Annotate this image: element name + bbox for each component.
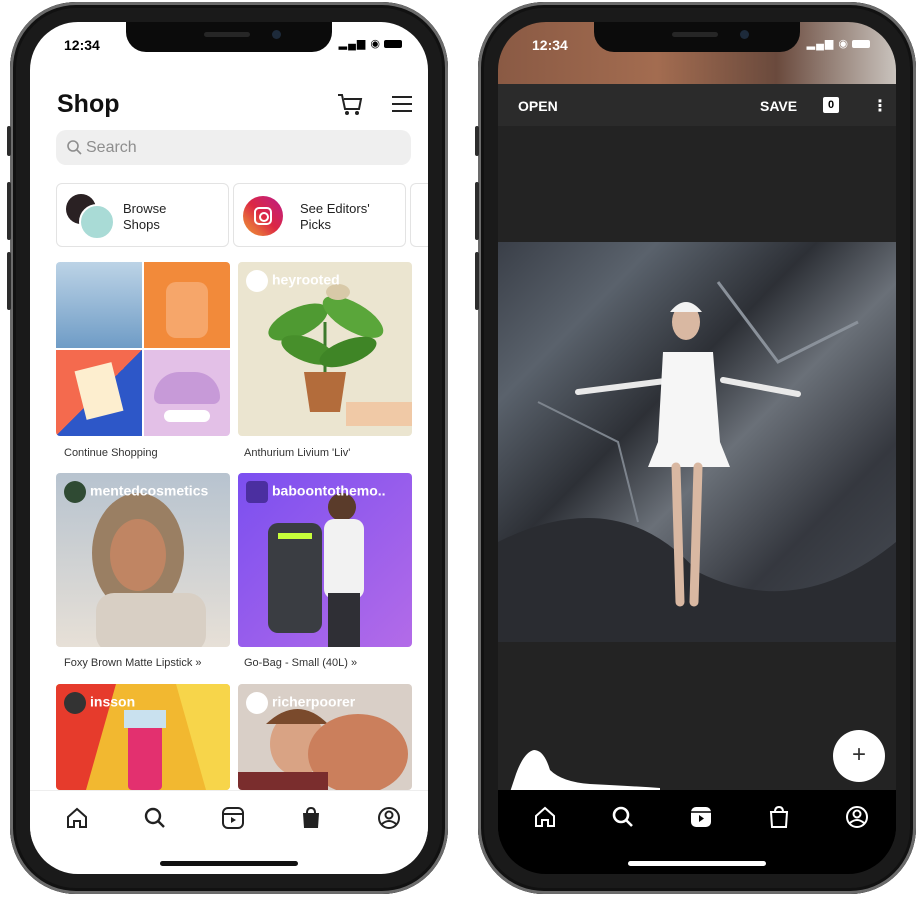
battery-icon [384,40,402,49]
search-icon [67,140,82,155]
tile-caption: Foxy Brown Matte Lipstick » [64,657,202,669]
reels-icon[interactable] [688,804,714,830]
shop-bag-icon[interactable] [298,805,324,831]
profile-icon[interactable] [844,804,870,830]
editors-picks-label: See Editors' Picks [300,201,370,232]
volume-down-button [7,252,11,310]
notch [594,22,800,52]
product-tile-insson[interactable]: insson [56,684,230,790]
thumb-hat [144,350,230,436]
open-button[interactable]: OPEN [518,98,558,114]
search-icon[interactable] [610,804,636,830]
product-tile-lipstick[interactable]: mentedcosmetics [56,473,230,647]
shop-avatar [79,204,115,240]
volume-up-button [7,182,11,240]
tile-handle: insson [64,692,135,714]
notch [126,22,332,52]
tile-caption: Go-Bag - Small (40L) » [244,657,358,669]
tile-handle: richerpoorer [246,692,355,714]
page-title: Shop [57,90,120,118]
product-tile-richerpoorer[interactable]: richerpoorer [238,684,412,790]
home-icon[interactable] [532,804,558,830]
menu-icon[interactable] [390,92,414,116]
instagram-icon [243,196,283,236]
shop-screen: 12:34 ▂▄▆ ◉ Shop Search Browse Shops See… [30,22,428,874]
tile-caption: Anthurium Livium 'Liv' [244,447,351,459]
side-button [7,126,11,156]
product-tile-gobag[interactable]: baboontothemo.. [238,473,412,647]
cart-icon[interactable] [336,90,364,118]
browse-shops-label: Browse Shops [123,201,167,232]
search-input[interactable]: Search [56,130,411,165]
tab-bar [498,790,896,842]
shop-bag-icon[interactable] [766,804,792,830]
tile-handle: heyrooted [246,270,340,292]
side-button [475,126,479,156]
add-button[interactable]: + [833,730,885,782]
status-icons: ▂▄▆ ◉ [339,37,402,50]
battery-icon [852,40,870,49]
thumb-bedroom [56,262,142,348]
search-icon[interactable] [142,805,168,831]
phone-editor: 12:34 ▂▄▆ ◉ OPEN SAVE 0 ⋮ + [475,2,916,894]
status-time: 12:34 [64,37,100,53]
thumb-card [56,350,142,436]
more-chip[interactable] [410,183,428,247]
home-indicator[interactable] [160,861,298,866]
histogram [510,750,660,792]
profile-icon[interactable] [376,805,402,831]
status-icons: ▂▄▆ ◉ [807,37,870,50]
editor-screen: 12:34 ▂▄▆ ◉ OPEN SAVE 0 ⋮ + [498,22,896,874]
product-tile-anthurium[interactable]: heyrooted [238,262,412,436]
browse-shops-button[interactable]: Browse Shops [56,183,229,247]
save-button[interactable]: SAVE [760,98,797,114]
photo-content [498,281,896,642]
home-indicator[interactable] [628,861,766,866]
product-tile-continue[interactable] [56,262,230,436]
tile-caption: Continue Shopping [64,447,158,459]
reels-icon[interactable] [220,805,246,831]
tile-handle: mentedcosmetics [64,481,208,503]
editor-toolbar: OPEN SAVE 0 ⋮ [498,84,896,126]
volume-down-button [475,252,479,310]
volume-up-button [475,182,479,240]
editor-canvas-top [498,126,896,242]
home-icon[interactable] [64,805,90,831]
count-badge: 0 [823,97,839,113]
phone-shop: 12:34 ▂▄▆ ◉ Shop Search Browse Shops See… [7,2,448,894]
status-time: 12:34 [532,37,568,53]
edited-photo[interactable] [498,242,896,642]
editors-picks-button[interactable]: See Editors' Picks [233,183,406,247]
more-options-icon[interactable]: ⋮ [872,96,888,116]
tab-bar [30,790,428,843]
tile-handle: baboontothemo.. [246,481,386,503]
search-placeholder: Search [86,139,137,156]
thumb-backpack [144,262,230,348]
